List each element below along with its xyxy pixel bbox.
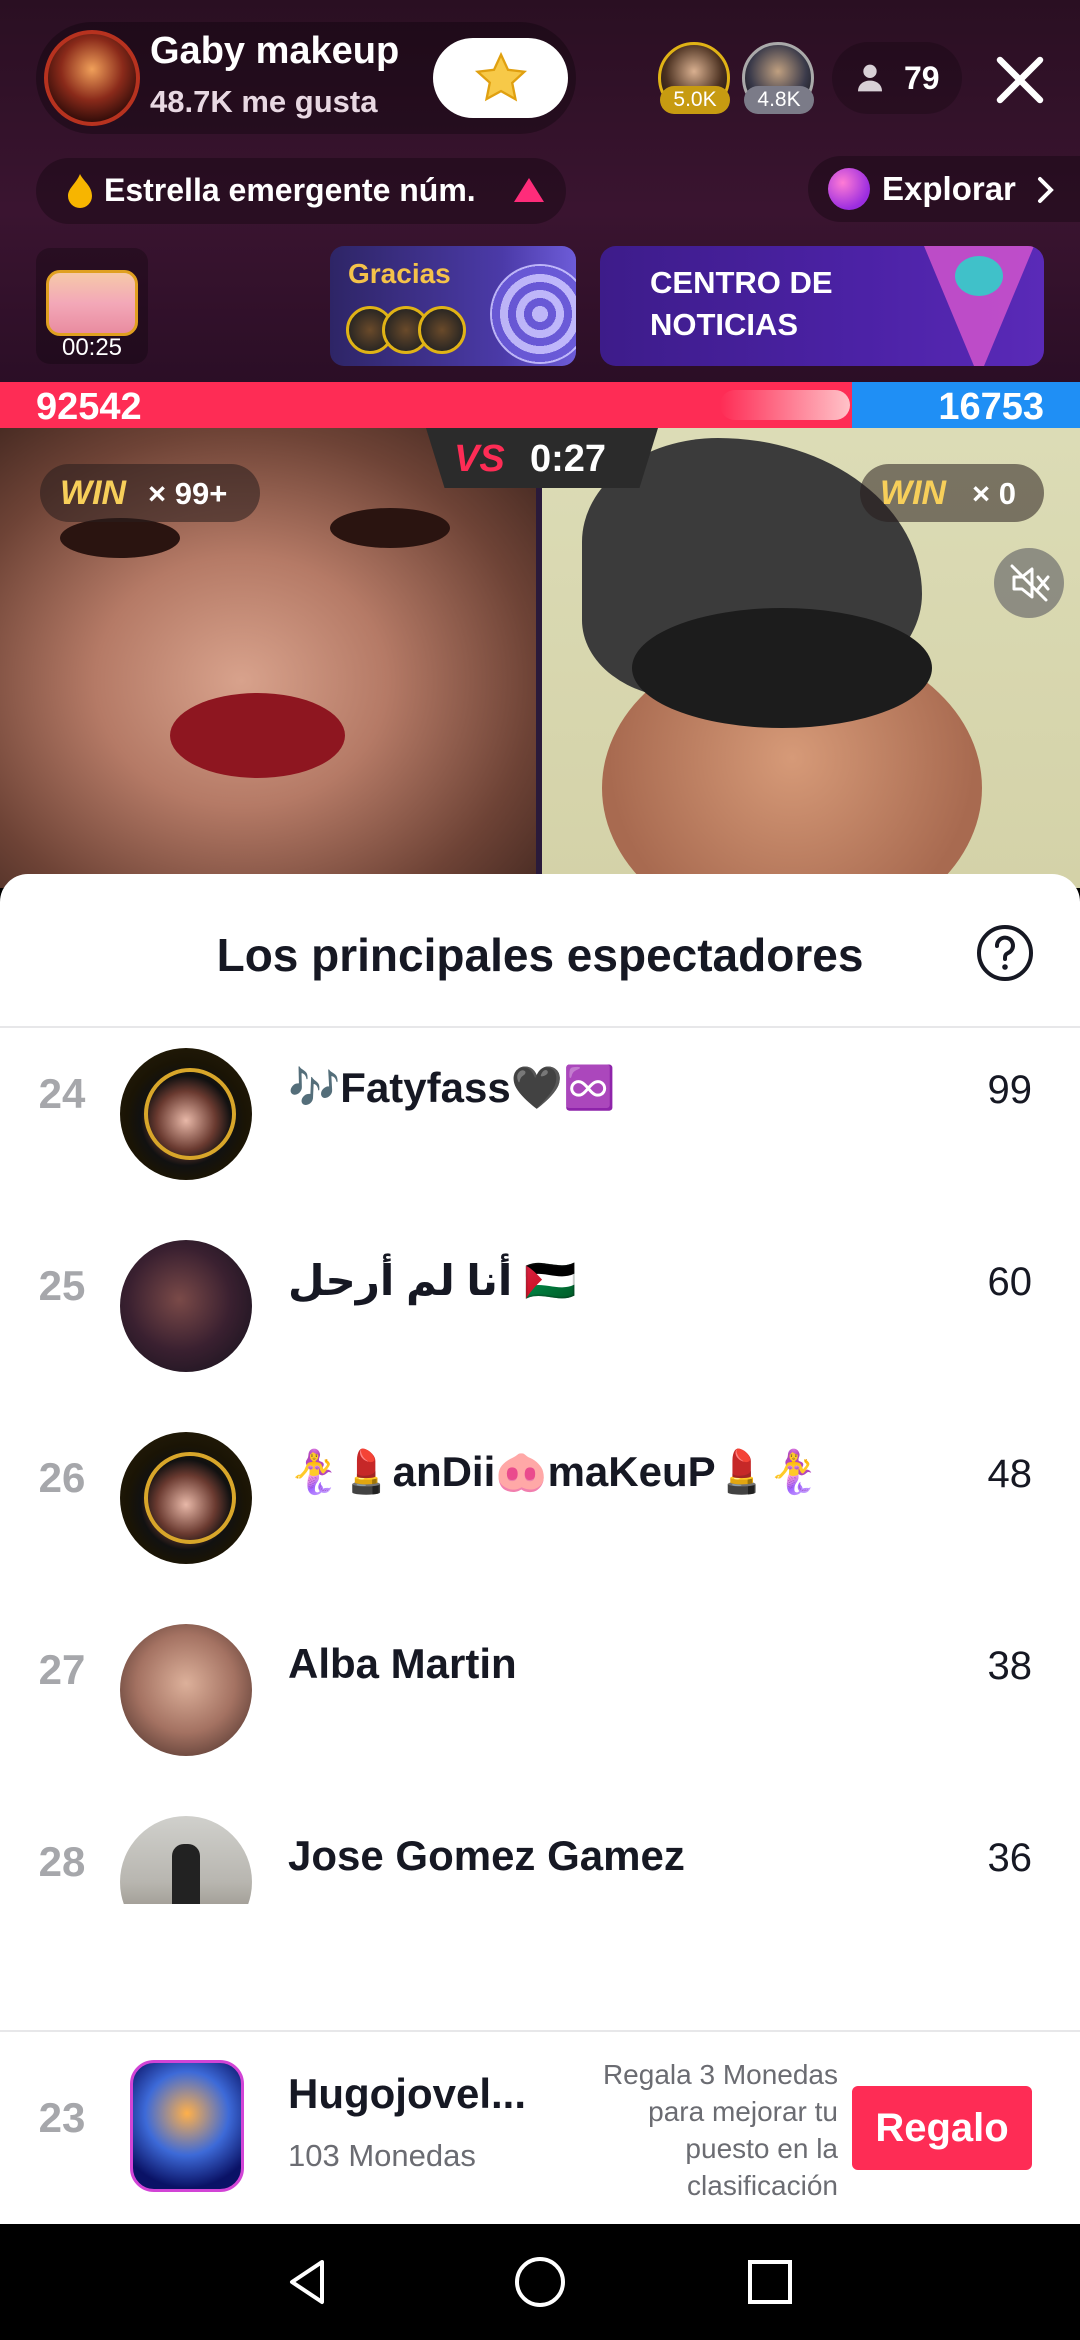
spotlight-icon — [924, 246, 1034, 366]
right-score: 16753 — [938, 386, 1044, 428]
nav-home-icon[interactable] — [512, 2254, 568, 2310]
system-navigation-bar — [0, 2224, 1080, 2340]
list-item[interactable]: 24 🎶Fatyfass🖤♾️ 99 — [0, 1028, 1080, 1210]
news-center-label: CENTRO DE NOTICIAS — [650, 265, 833, 342]
nav-back-icon[interactable] — [280, 2254, 336, 2310]
my-coins: 103 Monedas — [288, 2138, 476, 2173]
my-rank: 23 — [38, 2094, 86, 2141]
chevron-right-icon — [1038, 177, 1054, 203]
news-center-banner[interactable]: CENTRO DE NOTICIAS — [600, 246, 1044, 366]
viewer-ranking-list[interactable]: 24 🎶Fatyfass🖤♾️ 99 25 أنا لم أرحل 🇵🇸 60 … — [0, 1028, 1080, 1904]
planet-icon — [828, 168, 870, 210]
top-viewer-badge-1: 5.0K — [660, 86, 730, 114]
mute-icon — [1010, 564, 1050, 602]
row-score: 48 — [987, 1452, 1033, 1496]
thanks-label: Gracias — [348, 258, 451, 289]
avatar[interactable] — [120, 1432, 252, 1564]
video-eye — [60, 518, 180, 558]
battle-video-area: VS 0:27 WIN × 99+ WIN × 0 — [0, 428, 1080, 938]
treasure-chest[interactable]: 00:25 — [36, 248, 148, 364]
row-username: أنا لم أرحل 🇵🇸 — [288, 1257, 577, 1304]
left-score: 92542 — [36, 386, 142, 428]
gift-button[interactable]: Regalo — [852, 2086, 1032, 2170]
row-username: 🧜‍♀️💄anDii🐽maKeuP💄🧜‍♀️ — [288, 1448, 821, 1495]
explore-label: Explorar — [882, 170, 1016, 207]
help-icon[interactable] — [976, 924, 1034, 982]
video-hair — [632, 608, 932, 728]
row-username: Alba Martin — [288, 1640, 517, 1687]
live-header: Gaby makeup 48.7K me gusta 5.0K 4.8K 79 … — [0, 0, 1080, 382]
triangle-up-icon — [514, 178, 544, 202]
host-name: Gaby makeup — [150, 30, 400, 72]
explore-button[interactable]: Explorar — [808, 156, 1080, 222]
row-score: 38 — [987, 1644, 1033, 1688]
mute-button[interactable] — [994, 548, 1064, 618]
thanks-banner[interactable]: Gracias — [330, 246, 576, 366]
avatar[interactable] — [120, 1624, 252, 1756]
row-rank: 27 — [38, 1646, 86, 1693]
my-ranking-bar: 23 Hugojovel... 103 Monedas Regala 3 Mon… — [0, 2030, 1080, 2224]
row-rank: 24 — [38, 1070, 86, 1117]
viewer-count-button[interactable]: 79 — [832, 42, 962, 114]
treasure-timer: 00:25 — [61, 334, 123, 361]
win-label: WIN — [60, 474, 127, 512]
video-lips — [170, 693, 345, 778]
battle-time: 0:27 — [530, 438, 607, 480]
my-avatar[interactable] — [130, 2060, 244, 2192]
target-icon — [490, 264, 576, 364]
close-icon[interactable] — [990, 50, 1050, 110]
row-score: 60 — [987, 1260, 1033, 1304]
thanks-avatar-3 — [418, 306, 466, 354]
top-viewers-sheet: Los principales espectadores 24 🎶Fatyfas… — [0, 874, 1080, 2224]
win-label: WIN — [880, 474, 947, 512]
viewer-count: 79 — [904, 60, 940, 96]
battle-timer: VS 0:27 — [426, 428, 658, 488]
my-username: Hugojovel... — [288, 2070, 527, 2117]
avatar[interactable] — [120, 1240, 252, 1372]
row-score: 36 — [987, 1836, 1033, 1880]
list-item[interactable]: 26 🧜‍♀️💄anDii🐽maKeuP💄🧜‍♀️ 48 — [0, 1402, 1080, 1594]
battle-bar-streak — [720, 390, 850, 420]
row-username: 🎶Fatyfass🖤♾️ — [288, 1064, 616, 1111]
star-icon — [474, 51, 527, 102]
vs-logo: VS — [454, 438, 505, 480]
right-win-count: × 0 — [972, 476, 1016, 511]
row-rank: 26 — [38, 1454, 86, 1501]
row-rank: 25 — [38, 1262, 86, 1309]
list-item[interactable]: 28 Jose Gomez Gamez 36 — [0, 1786, 1080, 1904]
avatar[interactable] — [120, 1816, 252, 1904]
rising-star-rank-pill[interactable]: Estrella emergente núm. — [36, 158, 566, 224]
list-item[interactable]: 25 أنا لم أرحل 🇵🇸 60 — [0, 1210, 1080, 1402]
host-likes: 48.7K me gusta — [150, 84, 378, 119]
sheet-title: Los principales espectadores — [216, 929, 864, 981]
nav-recents-icon[interactable] — [742, 2254, 798, 2310]
top-viewer-badge-2: 4.8K — [744, 86, 814, 114]
left-win-streak: WIN × 99+ — [40, 464, 260, 522]
row-rank: 28 — [38, 1838, 86, 1885]
right-win-streak: WIN × 0 — [860, 464, 1044, 522]
row-username: Jose Gomez Gamez — [288, 1832, 685, 1879]
avatar[interactable] — [120, 1048, 252, 1180]
favorite-button[interactable] — [433, 38, 568, 118]
person-icon — [858, 64, 882, 92]
battle-score-bar: 92542 16753 — [0, 382, 1080, 428]
host-avatar[interactable] — [44, 30, 140, 126]
treasure-chest-icon — [46, 270, 138, 336]
rank-pill-label: Estrella emergente núm. — [104, 172, 476, 208]
left-win-count: × 99+ — [148, 476, 228, 511]
gift-hint: Regala 3 Monedas para mejorar tu puesto … — [602, 2059, 838, 2201]
flame-icon — [68, 174, 92, 208]
video-eye — [330, 508, 450, 548]
row-score: 99 — [987, 1068, 1033, 1112]
list-item[interactable]: 27 Alba Martin 38 — [0, 1594, 1080, 1786]
